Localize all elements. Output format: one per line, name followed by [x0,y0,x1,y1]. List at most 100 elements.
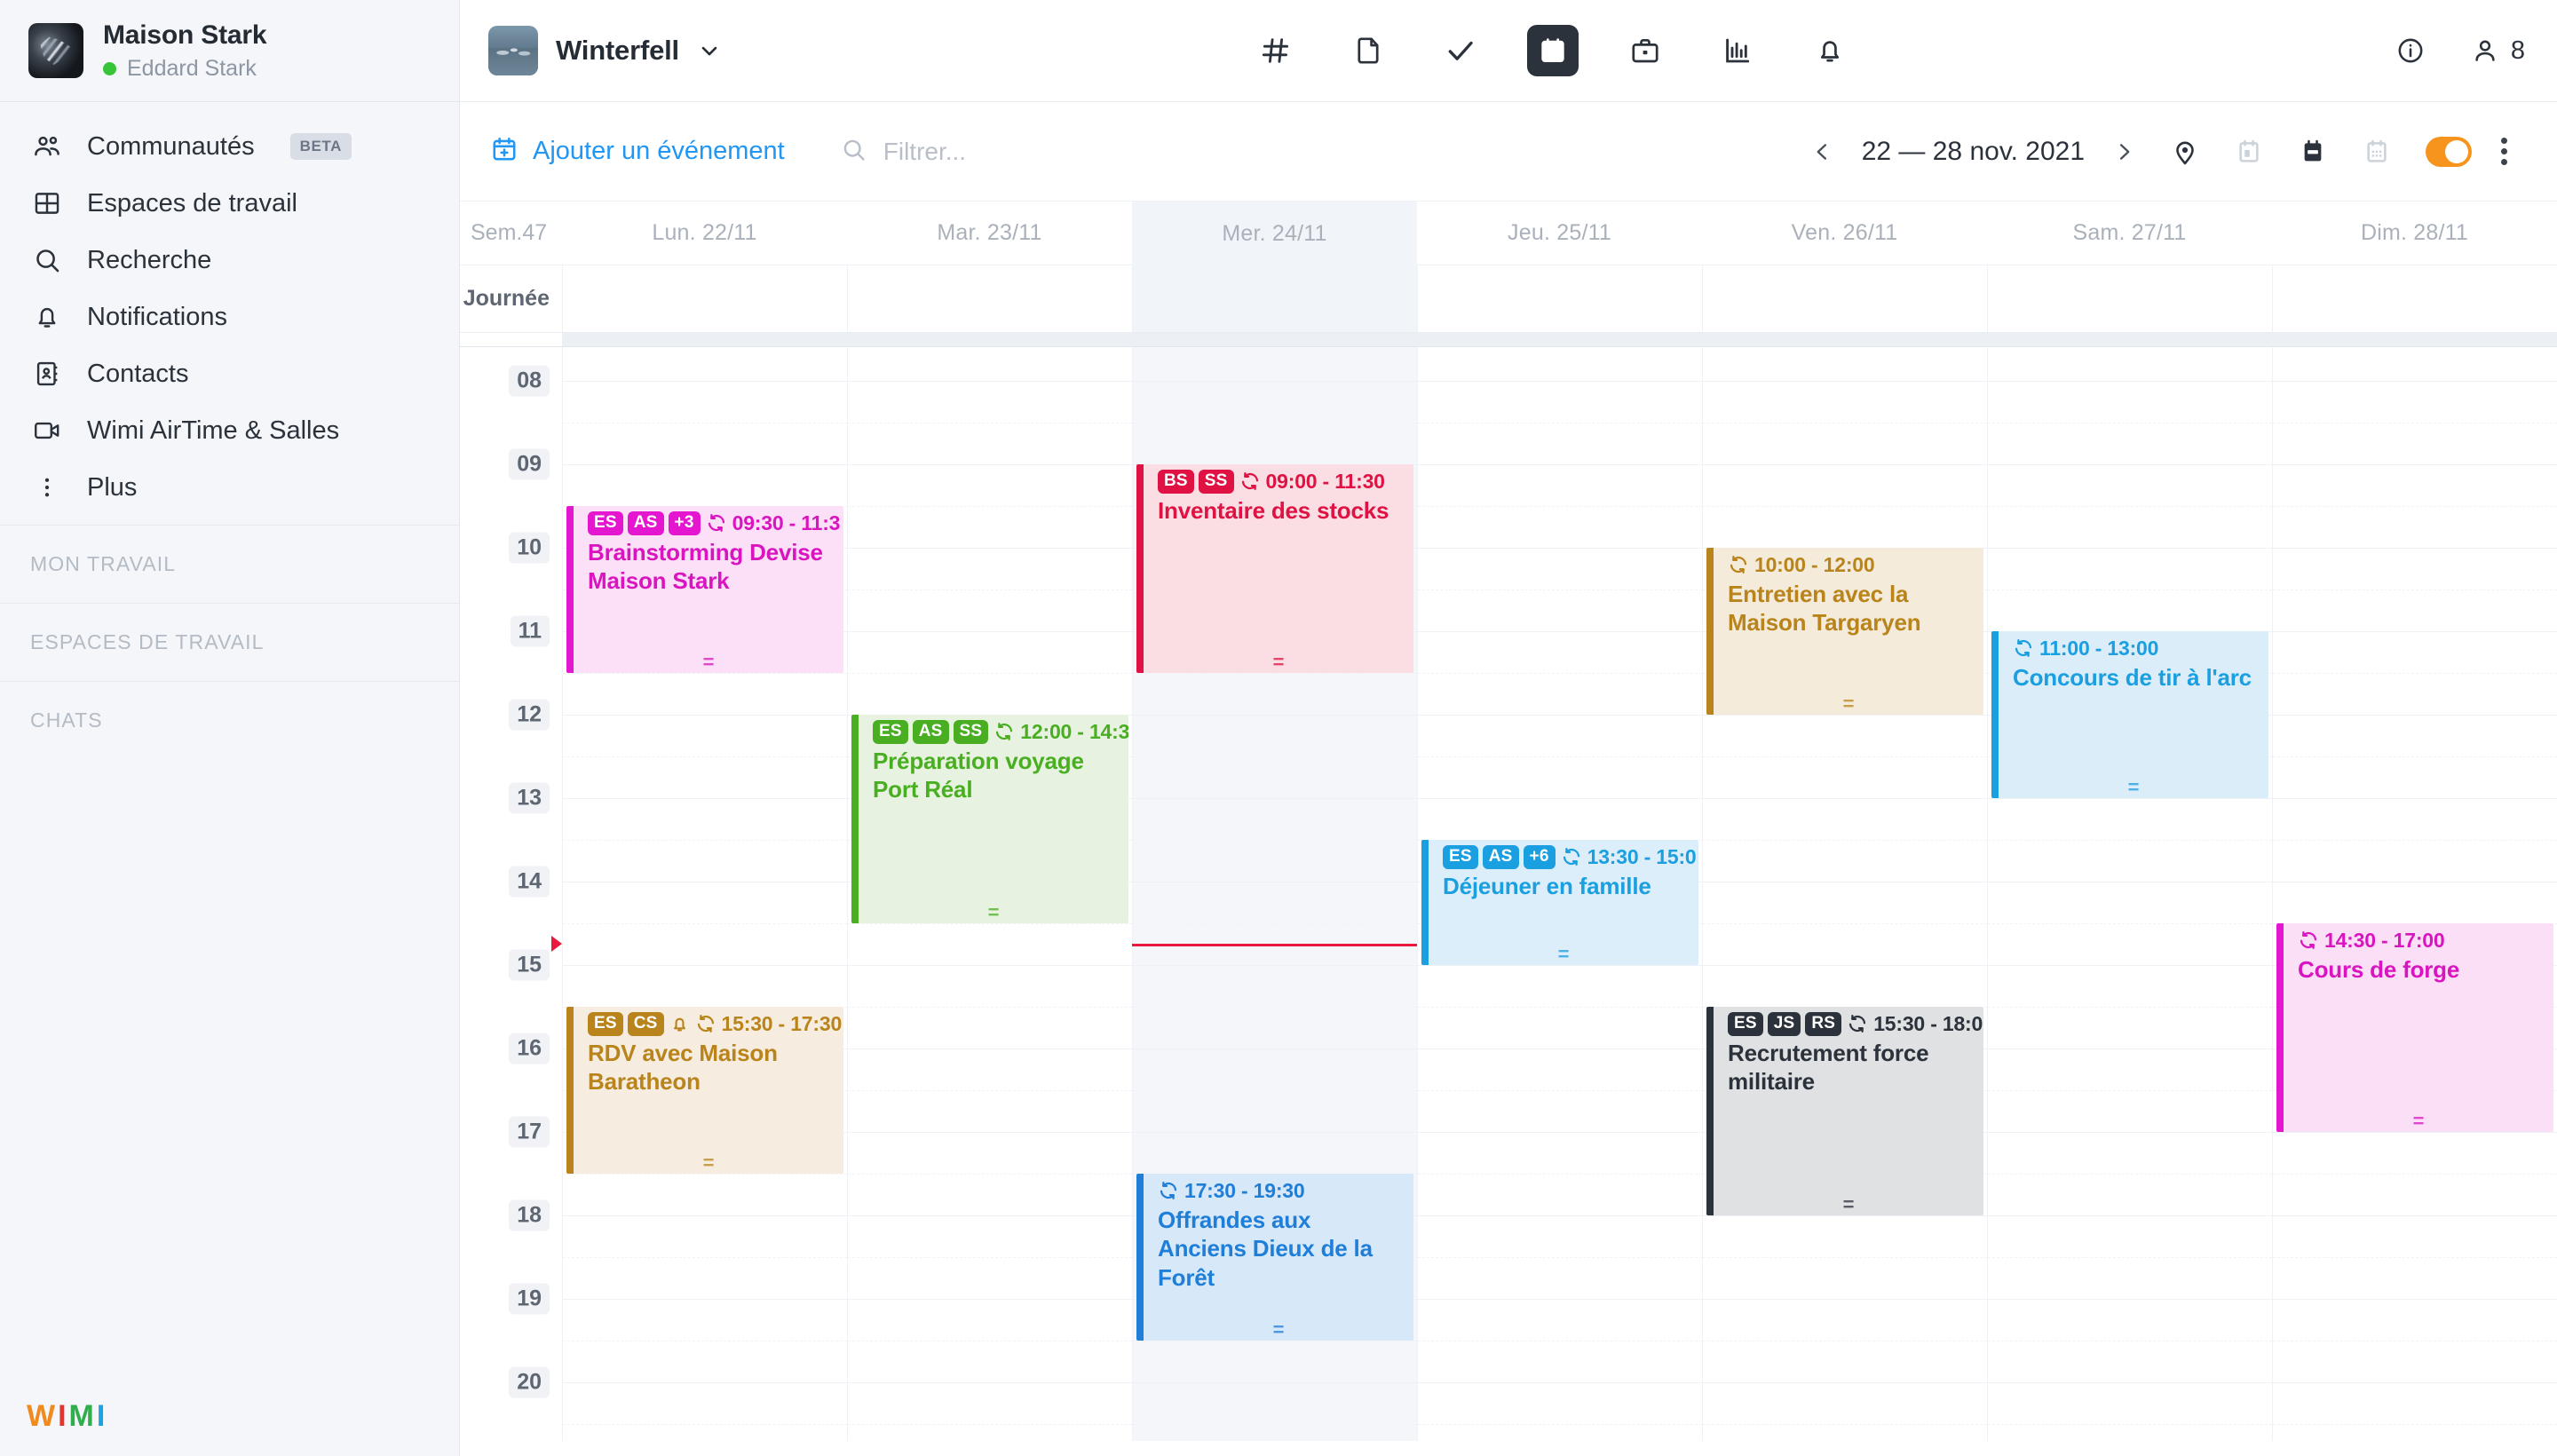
prev-week-button[interactable] [1798,127,1848,177]
day-header-ven[interactable]: Ven. 26/11 [1702,220,1987,246]
calendar-event[interactable]: ESAS+3 09:30 - 11:3 Brainstorming Devise… [566,506,843,673]
tab-documents[interactable] [1342,25,1394,76]
online-status-dot [103,62,116,75]
all-day-cell[interactable] [2272,265,2557,332]
module-tabs [1250,25,1856,76]
sidebar-item-espaces-de-travail[interactable]: Espaces de travail [0,175,459,232]
day-column[interactable]: BSSS 09:00 - 11:30 Inventaire des stocks… [1132,347,1417,1441]
event-resize-handle[interactable]: = [1999,781,2268,793]
search-icon [840,136,867,168]
members-count-value: 8 [2511,36,2525,66]
filter-box[interactable] [840,136,1292,168]
project-selector[interactable]: Winterfell [488,26,722,75]
kebab-menu-icon[interactable] [2482,127,2525,177]
all-day-row: Journée [460,265,2557,333]
workspace-header[interactable]: Maison Stark Eddard Stark [0,0,459,102]
color-toggle-switch[interactable] [2426,137,2472,167]
day-header-mar[interactable]: Mar. 23/11 [847,220,1132,246]
all-day-cell[interactable] [1417,265,1702,332]
recurring-icon [1728,554,1749,575]
time-tick: 09 [509,448,550,479]
calendar-event[interactable]: ESJSRS 15:30 - 18:0 Recrutement force mi… [1706,1007,1983,1215]
calendar-month-view-button[interactable] [2349,124,2404,179]
event-avatar: ES [1728,1012,1763,1036]
recurring-icon [2298,930,2319,951]
time-tick: 15 [509,949,550,980]
day-header-sam[interactable]: Sam. 27/11 [1987,220,2272,246]
tab-channels[interactable] [1250,25,1302,76]
next-week-button[interactable] [2099,127,2149,177]
event-resize-handle[interactable]: = [1714,698,1983,709]
all-day-cell[interactable] [562,265,847,332]
day-header-jeu[interactable]: Jeu. 25/11 [1417,220,1702,246]
event-resize-handle[interactable]: = [574,1157,843,1168]
date-range-label[interactable]: 22 — 28 nov. 2021 [1848,137,2099,167]
chevron-down-icon[interactable] [697,38,722,63]
event-resize-handle[interactable]: = [859,906,1128,918]
event-time: 14:30 - 17:00 [2324,929,2445,953]
calendar-event[interactable]: 10:00 - 12:00 Entretien avec la Maison T… [1706,548,1983,715]
day-column[interactable]: 11:00 - 13:00 Concours de tir à l'arc = [1987,347,2272,1441]
event-resize-handle[interactable]: = [1144,1324,1413,1335]
time-tick: 13 [509,782,550,813]
workspace-avatar [28,23,83,78]
sidebar-section-espaces-de-travail[interactable]: ESPACES DE TRAVAIL [0,603,459,681]
calendar-event[interactable]: ESCS 15:30 - 17:30 RDV avec Maison Barat… [566,1007,843,1174]
top-bar: Winterfell [460,0,2557,102]
calendar-week-view-button[interactable] [2285,124,2340,179]
sidebar-item-wimi-airtime[interactable]: Wimi AirTime & Salles [0,402,459,459]
time-tick: 08 [509,365,550,396]
map-pin-icon[interactable] [2157,124,2213,179]
sidebar-section-chats[interactable]: CHATS [0,681,459,759]
day-columns: ESAS+3 09:30 - 11:3 Brainstorming Devise… [562,347,2557,1441]
day-column[interactable]: ESAS+6 13:30 - 15:0 Déjeuner en famille … [1417,347,1702,1441]
time-grid-scroll[interactable]: 08091011121314151617181920 ESAS+3 09:30 … [460,347,2557,1456]
all-day-cell[interactable] [1702,265,1987,332]
calendar-day-view-button[interactable] [2221,124,2276,179]
day-column[interactable]: 10:00 - 12:00 Entretien avec la Maison T… [1702,347,1987,1441]
event-resize-handle[interactable]: = [574,656,843,668]
info-icon[interactable] [2385,25,2436,76]
day-column[interactable]: ESAS+3 09:30 - 11:3 Brainstorming Devise… [562,347,847,1441]
day-column[interactable]: ESASSS 12:00 - 14:3 Préparation voyage P… [847,347,1132,1441]
add-event-button[interactable]: Ajouter un événement [490,135,785,168]
sidebar-section-mon-travail[interactable]: MON TRAVAIL [0,525,459,603]
sidebar-item-notifications[interactable]: Notifications [0,289,459,345]
event-resize-handle[interactable]: = [2284,1115,2553,1127]
all-day-resize-strip[interactable] [460,333,2557,347]
event-avatar: SS [954,720,989,744]
main-area: Winterfell [460,0,2557,1456]
calendar-event[interactable]: 14:30 - 17:00 Cours de forge = [2276,923,2553,1132]
sidebar-item-plus[interactable]: Plus [0,459,459,516]
sidebar-item-contacts[interactable]: Contacts [0,345,459,402]
tab-workspace[interactable] [1619,25,1671,76]
tab-reports[interactable] [1712,25,1763,76]
calendar-event[interactable]: 11:00 - 13:00 Concours de tir à l'arc = [1991,631,2268,798]
tab-calendar[interactable] [1527,25,1579,76]
filter-input[interactable] [883,138,1292,166]
members-count[interactable]: 8 [2470,36,2525,66]
all-day-cell[interactable] [847,265,1132,332]
add-event-label: Ajouter un événement [533,137,785,166]
sidebar-item-communautes[interactable]: Communautés BETA [0,118,459,175]
event-avatar: +6 [1524,845,1556,869]
calendar-toolbar: Ajouter un événement 22 — 28 nov. 2021 [460,102,2557,202]
calendar-event[interactable]: 17:30 - 19:30 Offrandes aux Anciens Dieu… [1136,1174,1413,1341]
event-resize-handle[interactable]: = [1144,656,1413,668]
day-header-mer[interactable]: Mer. 24/11 [1132,202,1417,265]
all-day-cell[interactable] [1987,265,2272,332]
calendar-event[interactable]: ESASSS 12:00 - 14:3 Préparation voyage P… [851,715,1128,923]
event-resize-handle[interactable]: = [1429,948,1698,960]
day-header-lun[interactable]: Lun. 22/11 [562,220,847,246]
event-avatar: ES [1443,845,1478,869]
all-day-cell[interactable] [1132,265,1417,332]
calendar-event[interactable]: BSSS 09:00 - 11:30 Inventaire des stocks… [1136,464,1413,673]
sidebar-item-recherche[interactable]: Recherche [0,232,459,289]
event-title: Inventaire des stocks [1158,496,1405,526]
day-header-dim[interactable]: Dim. 28/11 [2272,220,2557,246]
calendar-event[interactable]: ESAS+6 13:30 - 15:0 Déjeuner en famille … [1421,840,1698,965]
day-column[interactable]: 14:30 - 17:00 Cours de forge = [2272,347,2557,1441]
event-resize-handle[interactable]: = [1714,1199,1983,1210]
tab-notifications[interactable] [1804,25,1856,76]
tab-tasks[interactable] [1435,25,1486,76]
